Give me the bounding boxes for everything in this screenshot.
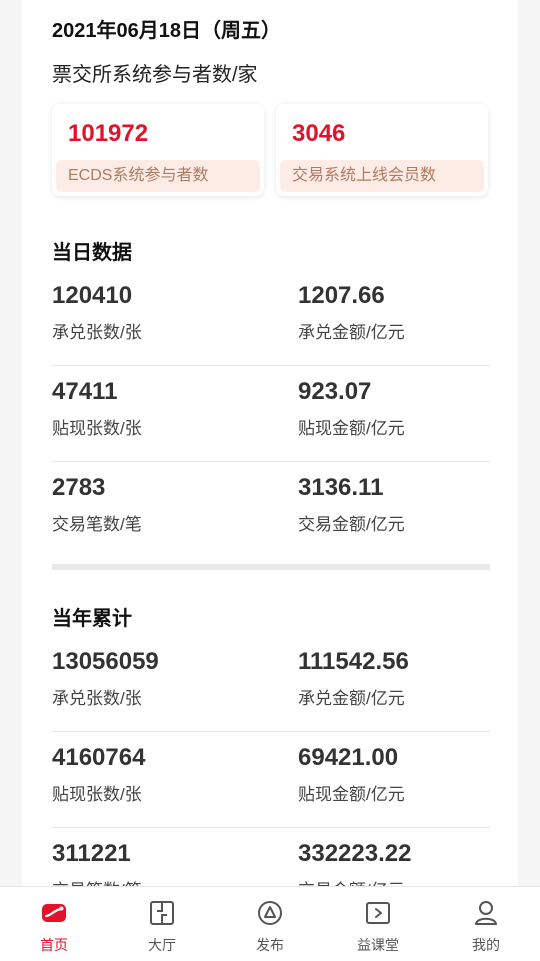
metric-label: 贴现金额/亿元 bbox=[298, 785, 405, 804]
metric-label: 贴现金额/亿元 bbox=[298, 419, 405, 438]
metric-value: 923.07 bbox=[298, 378, 372, 405]
metric-label: 贴现张数/张 bbox=[52, 785, 142, 804]
metric-value: 47411 bbox=[52, 378, 118, 405]
stat-label: ECDS系统参与者数 bbox=[56, 160, 260, 192]
stat-value: 3046 bbox=[292, 120, 346, 147]
tab-publish[interactable]: 发布 bbox=[216, 887, 324, 961]
tab-label: 发布 bbox=[256, 937, 284, 953]
tab-label: 我的 bbox=[472, 937, 500, 953]
tab-label: 首页 bbox=[40, 937, 68, 953]
tab-classroom[interactable]: 益课堂 bbox=[324, 887, 432, 961]
metric-value: 332223.22 bbox=[298, 840, 412, 867]
metric-value: 120410 bbox=[52, 282, 133, 309]
tab-profile[interactable]: 我的 bbox=[432, 887, 540, 961]
main-card: 2021年06月18日（周五） 票交所系统参与者数/家 101972 ECDS系… bbox=[22, 0, 518, 886]
year-row-trading: 311221 交易笔数/笔 332223.22 交易金额/亿元 bbox=[52, 828, 490, 886]
date-title: 2021年06月18日（周五） bbox=[52, 20, 281, 42]
metric-value: 2783 bbox=[52, 474, 106, 501]
section-divider bbox=[52, 564, 490, 570]
metric-value: 13056059 bbox=[52, 648, 159, 675]
today-row-discount: 47411 贴现张数/张 923.07 贴现金额/亿元 bbox=[52, 366, 490, 462]
today-row-acceptance: 120410 承兑张数/张 1207.66 承兑金额/亿元 bbox=[52, 270, 490, 366]
participants-subtitle: 票交所系统参与者数/家 bbox=[52, 64, 258, 86]
year-row-acceptance: 13056059 承兑张数/张 111542.56 承兑金额/亿元 bbox=[52, 636, 490, 732]
tab-hall[interactable]: 大厅 bbox=[108, 887, 216, 961]
metric-value: 1207.66 bbox=[298, 282, 385, 309]
metric-label: 承兑金额/亿元 bbox=[298, 689, 405, 708]
tab-label: 益课堂 bbox=[357, 937, 399, 953]
hall-icon bbox=[150, 901, 174, 925]
metric-label: 承兑张数/张 bbox=[52, 323, 142, 342]
metric-value: 311221 bbox=[52, 840, 131, 867]
bottom-tab-bar: 首页 大厅 发布 益课堂 我的 bbox=[0, 886, 540, 961]
metric-label: 贴现张数/张 bbox=[52, 419, 142, 438]
metric-value: 4160764 bbox=[52, 744, 146, 771]
metric-label: 交易笔数/笔 bbox=[52, 515, 142, 534]
stat-label: 交易系统上线会员数 bbox=[280, 160, 484, 192]
classroom-icon bbox=[366, 902, 390, 924]
profile-icon bbox=[475, 901, 497, 925]
today-row-trading: 2783 交易笔数/笔 3136.11 交易金额/亿元 bbox=[52, 462, 490, 558]
metric-label: 交易笔数/笔 bbox=[52, 876, 142, 886]
today-section-title: 当日数据 bbox=[52, 242, 132, 264]
year-row-discount: 4160764 贴现张数/张 69421.00 贴现金额/亿元 bbox=[52, 732, 490, 828]
ecds-participants-card[interactable]: 101972 ECDS系统参与者数 bbox=[52, 104, 264, 196]
metric-label: 承兑张数/张 bbox=[52, 689, 142, 708]
publish-icon bbox=[258, 901, 282, 925]
year-section-title: 当年累计 bbox=[52, 608, 132, 630]
tab-home[interactable]: 首页 bbox=[0, 887, 108, 961]
metric-label: 交易金额/亿元 bbox=[298, 515, 405, 534]
trading-members-card[interactable]: 3046 交易系统上线会员数 bbox=[276, 104, 488, 196]
metric-label: 承兑金额/亿元 bbox=[298, 323, 405, 342]
metric-value: 111542.56 bbox=[298, 648, 409, 675]
home-icon bbox=[42, 904, 66, 922]
metric-label: 交易金额/亿元 bbox=[298, 876, 405, 886]
tab-label: 大厅 bbox=[148, 937, 176, 953]
stat-value: 101972 bbox=[68, 120, 149, 147]
metric-value: 3136.11 bbox=[298, 474, 384, 501]
metric-value: 69421.00 bbox=[298, 744, 399, 771]
